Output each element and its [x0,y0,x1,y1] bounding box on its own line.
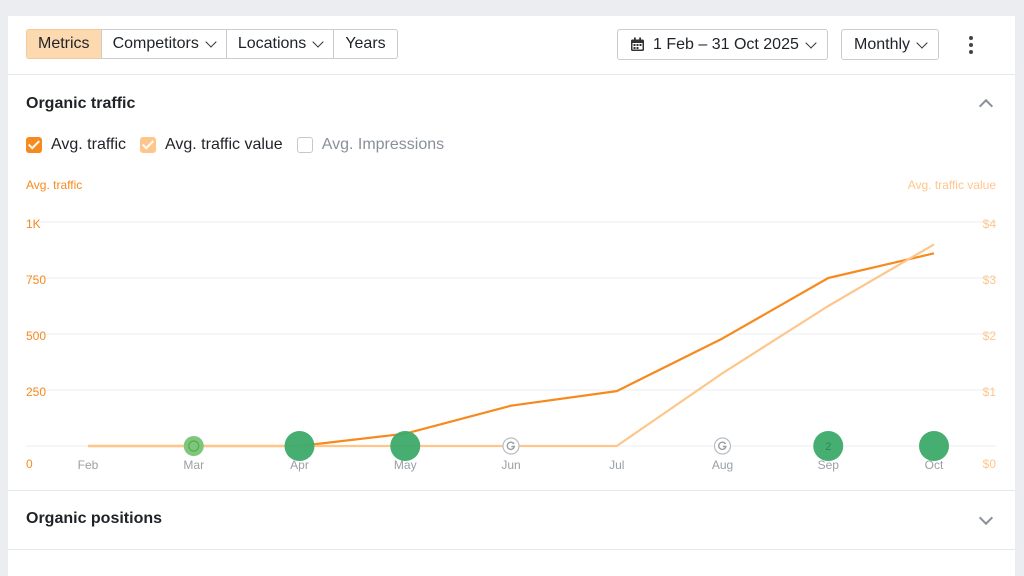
event-marker [390,431,421,461]
chevron-down-icon [205,36,217,48]
chevron-down-icon [805,36,817,49]
section-divider [8,549,1015,550]
x-tick-label: Mar [183,458,204,472]
series-line-avg-traffic-value [88,243,935,448]
left-axis-title: Avg. traffic [26,178,83,192]
right-tick-label: $3 [983,273,997,287]
left-tick-label: 250 [26,385,46,399]
more-vertical-icon[interactable] [963,36,979,54]
right-tick-label: $1 [983,385,997,399]
x-tick-label: Aug [712,458,733,472]
tab-years[interactable]: Years [333,29,398,59]
tab-competitors[interactable]: Competitors [100,29,227,59]
left-tick-label: 500 [26,329,46,343]
right-tick-label: $2 [983,329,997,343]
organic-traffic-chart: 0 $0250 $1500 $2750 $31K $4Feb Mar Apr May Jun Jul… [26,217,997,472]
x-tick-label: Jul [609,458,624,472]
tab-years-label: Years [345,35,386,52]
legend-avg-impressions[interactable]: Avg. Impressions [296,136,445,154]
date-range-label: 1 Feb – 31 Oct 2025 [653,35,799,53]
view-segment-control: Metrics Competitors Locations Years [26,29,398,59]
calendar-icon [631,37,644,51]
legend-label: Avg. traffic value [165,136,283,153]
section-divider [8,490,1015,491]
checkbox-avg-impressions[interactable] [296,137,313,153]
checkbox-avg-traffic[interactable] [26,137,42,153]
section-title-organic-traffic: Organic traffic [26,95,136,112]
google-update-marker [502,437,520,455]
right-tick-label: $0 [983,457,997,471]
toolbar: Metrics Competitors Locations Years 1 Fe… [8,16,1015,75]
expand-chevron-down-icon[interactable] [978,510,994,526]
date-range-button[interactable]: 1 Feb – 31 Oct 2025 [617,29,828,60]
legend-avg-traffic[interactable]: Avg. traffic [26,136,126,154]
chevron-down-icon [312,36,324,48]
left-tick-label: 750 [26,273,46,287]
right-tick-label: $4 [983,217,997,231]
series-line-avg-traffic [88,252,935,448]
legend-label: Avg. Impressions [321,136,445,153]
checkbox-avg-traffic-value[interactable] [140,137,156,153]
tab-locations[interactable]: Locations [225,29,335,59]
section-title-organic-positions: Organic positions [26,510,163,527]
legend-label: Avg. traffic [51,136,126,153]
x-tick-label: Jun [501,458,520,472]
right-axis-title: Avg. traffic value [907,178,996,192]
google-update-marker [713,437,732,455]
google-update-marker [183,436,204,456]
granularity-select[interactable]: Monthly [841,29,940,60]
chevron-down-icon [916,36,928,49]
x-tick-label: Feb [78,458,99,472]
collapse-chevron-up-icon[interactable] [978,98,994,114]
granularity-label: Monthly [854,35,911,53]
organic-traffic-panel: Metrics Competitors Locations Years 1 Fe… [8,16,1015,576]
tab-competitors-label: Competitors [112,35,199,52]
tab-metrics-label: Metrics [38,35,90,52]
event-marker [919,431,949,461]
event-count: 2 [825,441,831,453]
left-tick-label: 0 [26,457,33,471]
legend-avg-traffic-value[interactable]: Avg. traffic value [140,136,283,154]
tab-locations-label: Locations [237,35,307,52]
left-tick-label: 1K [26,217,41,231]
chart-legend: Avg. traffic Avg. traffic value Avg. Imp… [26,134,458,156]
tab-metrics[interactable]: Metrics [26,29,102,59]
event-marker [284,431,315,461]
